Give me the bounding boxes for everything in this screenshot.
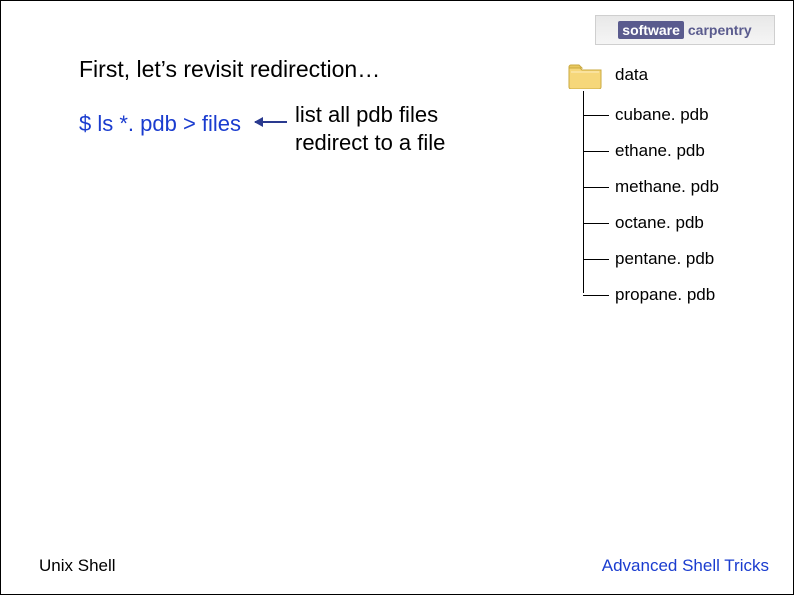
tree-item: ethane. pdb bbox=[583, 133, 769, 169]
footer-left: Unix Shell bbox=[39, 556, 116, 576]
tree-item: methane. pdb bbox=[583, 169, 769, 205]
tree-connector bbox=[583, 151, 609, 152]
tree-item-label: cubane. pdb bbox=[615, 105, 709, 125]
tree-root-label: data bbox=[615, 65, 648, 85]
tree-item-label: octane. pdb bbox=[615, 213, 704, 233]
tree-item: pentane. pdb bbox=[583, 241, 769, 277]
shell-command: $ ls *. pdb > files bbox=[79, 111, 241, 137]
tree-item-label: methane. pdb bbox=[615, 177, 719, 197]
tree-connector bbox=[583, 115, 609, 116]
tree-item-label: pentane. pdb bbox=[615, 249, 714, 269]
tree-connector bbox=[583, 223, 609, 224]
logo: software carpentry bbox=[595, 15, 775, 45]
tree-connector bbox=[583, 295, 609, 296]
file-tree: data cubane. pdb ethane. pdb methane. pd… bbox=[569, 61, 769, 313]
footer-right: Advanced Shell Tricks bbox=[602, 556, 769, 576]
tree-children: cubane. pdb ethane. pdb methane. pdb oct… bbox=[583, 97, 769, 313]
tree-item: octane. pdb bbox=[583, 205, 769, 241]
logo-carpentry-word: carpentry bbox=[688, 22, 752, 38]
tree-root: data bbox=[567, 61, 769, 89]
arrow-icon bbox=[255, 121, 287, 123]
annotation-line-2: redirect to a file bbox=[295, 129, 445, 157]
slide-heading: First, let’s revisit redirection… bbox=[79, 56, 380, 83]
command-annotation: list all pdb files redirect to a file bbox=[295, 101, 445, 156]
tree-item-label: propane. pdb bbox=[615, 285, 715, 305]
tree-item-label: ethane. pdb bbox=[615, 141, 705, 161]
annotation-line-1: list all pdb files bbox=[295, 101, 445, 129]
tree-connector bbox=[583, 187, 609, 188]
logo-software-word: software bbox=[618, 21, 684, 39]
tree-item: cubane. pdb bbox=[583, 97, 769, 133]
folder-icon bbox=[567, 61, 603, 89]
tree-item: propane. pdb bbox=[583, 277, 769, 313]
slide: software carpentry First, let’s revisit … bbox=[0, 0, 794, 595]
tree-connector bbox=[583, 259, 609, 260]
